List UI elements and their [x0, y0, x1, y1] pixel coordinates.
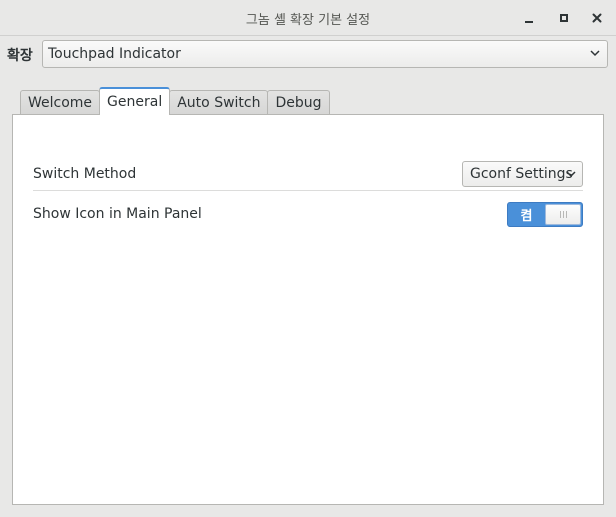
toggle-state-label: 켬	[520, 209, 533, 224]
maximize-icon	[560, 14, 568, 22]
switch-method-row: Switch Method Gconf Settings	[33, 161, 583, 191]
general-tab-panel: Switch Method Gconf Settings Show Icon i…	[12, 114, 604, 505]
tab-bar: Welcome General Auto Switch Debug	[20, 87, 330, 115]
tab-welcome[interactable]: Welcome	[20, 90, 101, 115]
maximize-button[interactable]	[556, 10, 572, 26]
switch-method-dropdown[interactable]: Gconf Settings	[462, 161, 583, 187]
show-icon-toggle[interactable]: 켬	[507, 202, 583, 227]
extension-label: 확장	[7, 48, 33, 64]
close-icon	[592, 13, 602, 23]
extension-selector-row: 확장 Touchpad Indicator	[0, 36, 616, 72]
show-icon-label: Show Icon in Main Panel	[33, 206, 202, 222]
toggle-knob[interactable]	[545, 204, 581, 225]
switch-method-label: Switch Method	[33, 166, 137, 182]
show-icon-row: Show Icon in Main Panel 켬	[33, 202, 583, 228]
tab-general[interactable]: General	[99, 87, 171, 115]
minimize-icon	[525, 21, 533, 23]
extension-dropdown[interactable]: Touchpad Indicator	[42, 40, 608, 68]
grip-icon	[559, 211, 567, 218]
chevron-down-icon	[590, 50, 600, 57]
row-divider	[33, 190, 583, 191]
chevron-down-icon	[566, 171, 576, 178]
title-bar: 그놈 셸 확장 기본 설정	[0, 0, 616, 36]
switch-method-value: Gconf Settings	[470, 166, 573, 182]
close-button[interactable]	[589, 10, 605, 26]
preferences-window: 그놈 셸 확장 기본 설정 확장 Touchpad Indicator Welc…	[0, 0, 616, 517]
minimize-button[interactable]	[521, 10, 537, 26]
tab-auto-switch[interactable]: Auto Switch	[169, 90, 269, 115]
tab-debug[interactable]: Debug	[267, 90, 330, 115]
extension-dropdown-value: Touchpad Indicator	[48, 46, 181, 62]
